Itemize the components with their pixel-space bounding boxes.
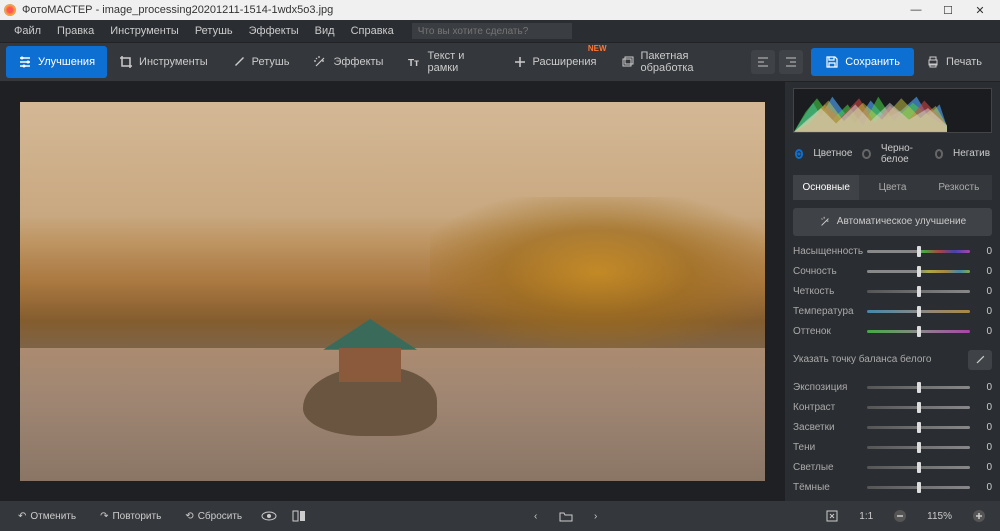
save-button[interactable]: Сохранить (811, 48, 914, 76)
undo-icon: ↶ (18, 511, 26, 522)
menu-view[interactable]: Вид (307, 25, 343, 37)
zoom-value: 115% (917, 505, 962, 527)
compare-toggle[interactable] (286, 505, 312, 527)
slider-shadows[interactable] (867, 446, 970, 449)
photo-canvas[interactable] (20, 102, 765, 481)
reset-icon: ⟲ (185, 511, 193, 522)
crop-icon (119, 55, 133, 69)
bottombar: ↶Отменить ↷Повторить ⟲Сбросить ‹ › 1:1 1… (0, 501, 1000, 531)
canvas-area (0, 82, 785, 501)
slider-tint[interactable] (867, 330, 970, 333)
redo-icon: ↷ (100, 511, 108, 522)
toolbar: Улучшения Инструменты Ретушь Эффекты Tᴛ … (0, 42, 1000, 82)
panel-toggle-left[interactable] (751, 50, 775, 74)
sidebar: Цветное Черно-белое Негатив Основные Цве… (785, 82, 1000, 501)
zoom-ratio[interactable]: 1:1 (849, 505, 883, 527)
fit-screen-button[interactable] (819, 505, 845, 527)
preview-toggle[interactable] (256, 505, 282, 527)
titlebar: ФотоМАСТЕР - image_processing20201211-15… (0, 0, 1000, 20)
print-icon (926, 55, 940, 69)
prev-image-button[interactable]: ‹ (523, 505, 549, 527)
slider-saturation[interactable] (867, 250, 970, 253)
title-text: ФотоМАСТЕР - image_processing20201211-15… (22, 4, 906, 16)
tab-sharpness[interactable]: Резкость (926, 175, 992, 200)
tab-text[interactable]: Tᴛ Текст и рамки (395, 46, 500, 78)
undo-button[interactable]: ↶Отменить (8, 505, 86, 527)
radio-color[interactable] (795, 149, 803, 159)
tab-tools[interactable]: Инструменты (107, 46, 220, 78)
save-icon (825, 55, 839, 69)
minimize-button[interactable]: — (906, 4, 926, 17)
close-button[interactable]: ✕ (970, 4, 990, 17)
reset-button[interactable]: ⟲Сбросить (175, 505, 252, 527)
tab-effects[interactable]: Эффекты (301, 46, 395, 78)
slider-contrast[interactable] (867, 406, 970, 409)
histogram (793, 88, 992, 133)
print-button[interactable]: Печать (914, 48, 994, 76)
browse-button[interactable] (553, 505, 579, 527)
app-icon (4, 4, 16, 16)
tab-retouch[interactable]: Ретушь (220, 46, 302, 78)
menubar: Файл Правка Инструменты Ретушь Эффекты В… (0, 20, 1000, 42)
zoom-in-button[interactable] (966, 505, 992, 527)
plus-icon (513, 55, 527, 69)
slider-vibrance[interactable] (867, 270, 970, 273)
text-icon: Tᴛ (407, 55, 421, 69)
tab-enhance[interactable]: Улучшения (6, 46, 107, 78)
slider-blacks[interactable] (867, 486, 970, 489)
search-input[interactable] (412, 23, 572, 39)
radio-bw[interactable] (862, 149, 870, 159)
slider-clarity[interactable] (867, 290, 970, 293)
zoom-out-button[interactable] (887, 505, 913, 527)
menu-retouch[interactable]: Ретушь (187, 25, 241, 37)
slider-highlights[interactable] (867, 426, 970, 429)
menu-effects[interactable]: Эффекты (241, 25, 307, 37)
maximize-button[interactable]: ☐ (938, 4, 958, 17)
sliders-icon (18, 55, 32, 69)
menu-help[interactable]: Справка (343, 25, 402, 37)
tab-extensions[interactable]: Расширения NEW (501, 46, 609, 78)
radio-negative[interactable] (935, 149, 943, 159)
stack-icon (621, 55, 635, 69)
brush-icon (232, 55, 246, 69)
redo-button[interactable]: ↷Повторить (90, 505, 171, 527)
wand-icon (313, 55, 327, 69)
tab-colors[interactable]: Цвета (859, 175, 925, 200)
slider-exposure[interactable] (867, 386, 970, 389)
svg-text:Tᴛ: Tᴛ (408, 58, 419, 69)
slider-whites[interactable] (867, 466, 970, 469)
new-badge: NEW (588, 44, 607, 53)
eyedropper-button[interactable] (968, 350, 992, 370)
next-image-button[interactable]: › (583, 505, 609, 527)
tab-main[interactable]: Основные (793, 175, 859, 200)
panel-toggle-right[interactable] (779, 50, 803, 74)
menu-file[interactable]: Файл (6, 25, 49, 37)
auto-enhance-button[interactable]: Автоматическое улучшение (793, 208, 992, 236)
menu-edit[interactable]: Правка (49, 25, 102, 37)
wand-icon (819, 216, 831, 228)
slider-temperature[interactable] (867, 310, 970, 313)
menu-tools[interactable]: Инструменты (102, 25, 187, 37)
tab-batch[interactable]: Пакетная обработка (609, 46, 744, 78)
